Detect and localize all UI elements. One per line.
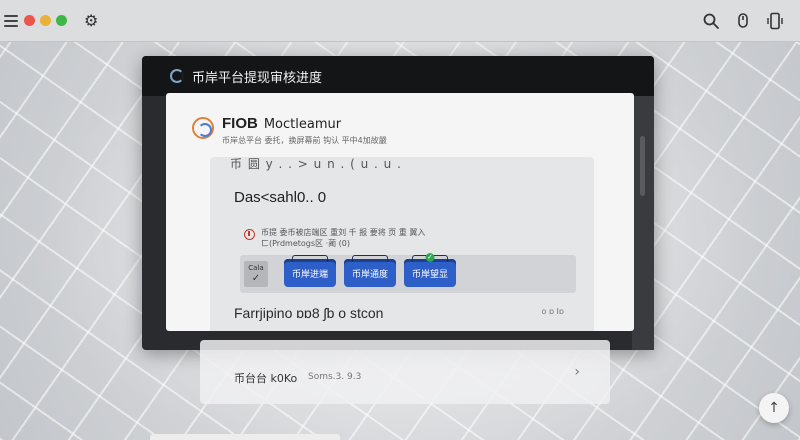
- step-2-label: 币岸通度: [351, 269, 388, 280]
- brand-subtitle: 币岸总平台 委托，换屏幕前 钩认 平中4加故嚴: [222, 136, 387, 145]
- minimize-window-button[interactable]: [40, 15, 51, 26]
- panel-bottom-meta: o ɒ Iɒ: [541, 307, 565, 316]
- list-item[interactable]: 币台台 k0Ko Soms.3. 9.3 ›: [200, 340, 610, 404]
- bottom-tab[interactable]: [150, 434, 340, 440]
- step-complete-badge-icon: ✓: [425, 253, 435, 262]
- search-icon[interactable]: [702, 12, 720, 30]
- step-3-label: 币岸望显: [411, 269, 448, 280]
- panel-title: Das<sahl0.. 0: [234, 189, 327, 206]
- info-line-2: ㄈ(Prdmetogs区 ·蔺 (0): [261, 239, 350, 248]
- panel-bottom-title: Farrjipino ɒɒ8 ʃb o stcon: [234, 305, 384, 321]
- step-1-label: 币岸进端: [291, 269, 328, 280]
- close-window-button[interactable]: [24, 15, 35, 26]
- device-rotate-icon[interactable]: [766, 12, 784, 30]
- info-line-1: 币提 委币被店端区 重刘 千 报 要将 页 重 翼入: [261, 228, 426, 237]
- chevron-right-icon: ›: [574, 364, 580, 380]
- brand-tagline: Moctleamur: [263, 117, 342, 132]
- step-lead-label: Cala: [248, 264, 264, 272]
- scroll-to-top-button[interactable]: ↑: [759, 393, 789, 423]
- step-lead: Cala ✓: [244, 261, 268, 287]
- brand-logo-icon: [192, 117, 214, 139]
- maximize-window-button[interactable]: [56, 15, 67, 26]
- card-header: 币岸平台提现审核进度: [142, 56, 654, 96]
- check-icon: ✓: [251, 273, 261, 284]
- list-item-label: 币台台 k0Ko: [234, 372, 298, 385]
- warning-icon: [244, 229, 255, 240]
- brand-name: FIOB: [222, 115, 258, 132]
- list-item-meta: Soms.3. 9.3: [308, 372, 362, 382]
- card-header-title: 币岸平台提现审核进度: [192, 70, 323, 86]
- step-2-button[interactable]: 币岸通度: [344, 255, 396, 287]
- menu-icon[interactable]: [4, 14, 18, 27]
- brand-block: FIOB Moctleamur 币岸总平台 委托，换屏幕前 钩认 平中4加故嚴: [192, 115, 387, 146]
- info-notice: 币提 委币被店端区 重刘 千 报 要将 页 重 翼入 ㄈ(Prdmetogs区 …: [244, 227, 425, 249]
- step-3-button[interactable]: ✓ 币岸望显: [404, 253, 456, 287]
- loading-spinner-icon: [170, 69, 184, 83]
- progress-steps: Cala ✓ 币岸进端 币岸通度 ✓ 币岸望显: [240, 253, 576, 293]
- title-bar: ⚙: [0, 0, 800, 42]
- mouse-icon[interactable]: [734, 12, 752, 30]
- card-side-scrollbar[interactable]: [632, 96, 654, 350]
- arrow-up-icon: ↑: [768, 400, 780, 416]
- step-1-button[interactable]: 币岸进端: [284, 255, 336, 287]
- content-sheet: FIOB Moctleamur 币岸总平台 委托，换屏幕前 钩认 平中4加故嚴 D…: [166, 93, 634, 331]
- brand-cut-text: 币 圆 y . . > u n . ( u . u .: [230, 157, 402, 171]
- status-panel: Das<sahl0.. 0 币提 委币被店端区 重刘 千 报 要将 页 重 翼入…: [210, 157, 594, 331]
- gear-icon[interactable]: ⚙: [84, 12, 98, 29]
